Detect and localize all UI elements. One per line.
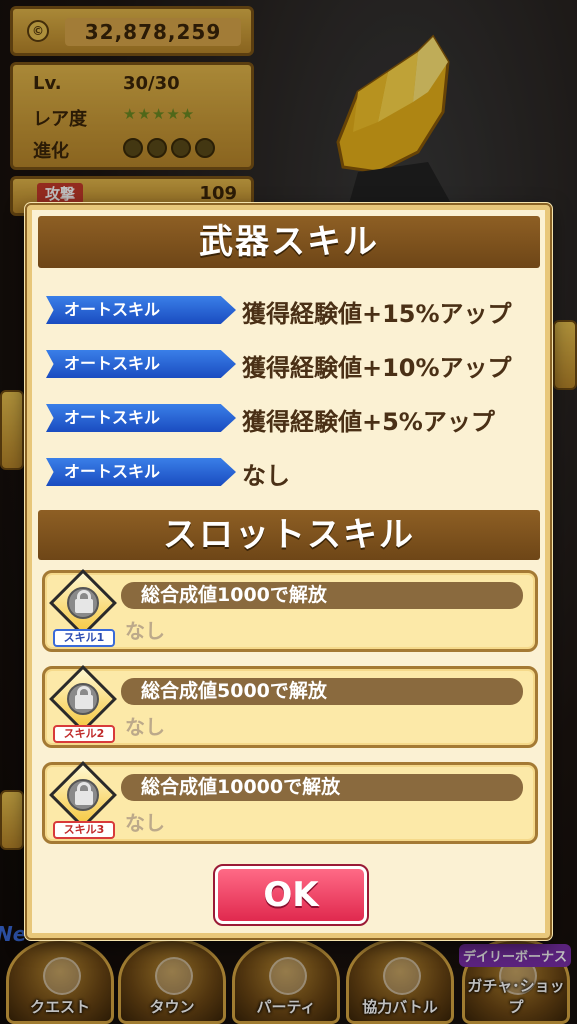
- slot-label: スキル3: [53, 821, 115, 839]
- slot-unlock-condition: 総合成値5000で解放: [121, 678, 523, 705]
- auto-skill-text: 獲得経験値+15%アップ: [242, 300, 512, 328]
- level-row: Lv. 30/30: [33, 73, 180, 94]
- nav-label: 協力バトル: [362, 998, 438, 1016]
- nav-coop-battle[interactable]: 協力バトル: [346, 938, 454, 1024]
- evolution-icon: [147, 138, 167, 158]
- attack-label: 攻撃: [37, 183, 84, 204]
- nav-label: クエスト: [29, 998, 90, 1016]
- coop-battle-icon: [383, 957, 421, 995]
- nav-label: ガチャ･ショップ: [467, 977, 565, 1016]
- lock-icon: [75, 599, 93, 613]
- auto-skill-row: オートスキル なし: [46, 456, 536, 490]
- slot-skill-card[interactable]: スキル2 総合成値5000で解放 なし: [42, 665, 538, 748]
- slot-skill-card[interactable]: スキル1 総合成値1000で解放 なし: [42, 569, 538, 652]
- nav-quest[interactable]: クエスト: [6, 938, 114, 1024]
- game-screen: © 32,878,259 Lv. 30/30 レア度 ★★★★★ 進化 攻撃 1…: [0, 0, 577, 1024]
- slot-label: スキル1: [53, 629, 115, 647]
- money-panel: © 32,878,259: [10, 6, 254, 56]
- rarity-label: レア度: [33, 109, 87, 130]
- rarity-row: レア度 ★★★★★: [33, 105, 194, 131]
- lock-icon: [75, 791, 93, 805]
- lock-badge: スキル3: [49, 761, 117, 841]
- nav-town[interactable]: タウン: [118, 938, 226, 1024]
- evolution-icons: [123, 137, 219, 158]
- auto-skill-row: オートスキル 獲得経験値+10%アップ: [46, 348, 536, 382]
- quest-icon: [43, 957, 81, 995]
- evolution-icon: [195, 138, 215, 158]
- evolution-icon: [171, 138, 191, 158]
- level-value: 30/30: [123, 73, 180, 94]
- slot-value: なし: [125, 619, 165, 643]
- auto-skill-tag: オートスキル: [46, 350, 236, 378]
- right-side-button: [553, 320, 577, 390]
- rarity-stars: ★★★★★: [123, 105, 196, 123]
- nav-label: パーティ: [256, 998, 316, 1016]
- left-side-button: [0, 390, 24, 470]
- left-lower-button: [0, 790, 24, 850]
- nav-label: タウン: [149, 998, 195, 1016]
- auto-skill-tag: オートスキル: [46, 458, 236, 486]
- slot-skill-card[interactable]: スキル3 総合成値10000で解放 なし: [42, 761, 538, 844]
- auto-skill-text: なし: [242, 462, 290, 490]
- lock-badge: スキル2: [49, 665, 117, 745]
- ok-button[interactable]: OK: [213, 864, 369, 926]
- auto-skill-text: 獲得経験値+5%アップ: [242, 408, 495, 436]
- weapon-crystal-image: [336, 34, 453, 207]
- evolution-label: 進化: [33, 141, 69, 162]
- party-icon: [269, 957, 307, 995]
- lock-badge: スキル1: [49, 569, 117, 649]
- slot-value: なし: [125, 715, 165, 739]
- level-label: Lv.: [33, 73, 62, 94]
- weapon-skill-header: 武器スキル: [38, 216, 540, 268]
- slot-unlock-condition: 総合成値1000で解放: [121, 582, 523, 609]
- slot-value: なし: [125, 811, 165, 835]
- auto-skill-tag: オートスキル: [46, 404, 236, 432]
- stats-panel: Lv. 30/30 レア度 ★★★★★ 進化: [10, 62, 254, 170]
- lock-icon: [75, 695, 93, 709]
- auto-skill-text: 獲得経験値+10%アップ: [242, 354, 512, 382]
- slot-unlock-condition: 総合成値10000で解放: [121, 774, 523, 801]
- town-icon: [155, 957, 193, 995]
- auto-skill-tag: オートスキル: [46, 296, 236, 324]
- attack-value: 109: [199, 183, 237, 204]
- weapon-skill-dialog: 武器スキル オートスキル 獲得経験値+15%アップ オートスキル 獲得経験値+1…: [25, 203, 552, 940]
- evolution-row: 進化: [33, 137, 215, 163]
- money-value: 32,878,259: [65, 18, 241, 46]
- auto-skill-row: オートスキル 獲得経験値+5%アップ: [46, 402, 536, 436]
- evolution-icon: [123, 138, 143, 158]
- auto-skill-row: オートスキル 獲得経験値+15%アップ: [46, 294, 536, 328]
- daily-bonus-badge[interactable]: デイリーボーナス: [459, 944, 571, 967]
- slot-skill-header: スロットスキル: [38, 510, 540, 560]
- slot-label: スキル2: [53, 725, 115, 743]
- coin-icon: ©: [27, 20, 49, 42]
- nav-party[interactable]: パーティ: [232, 938, 340, 1024]
